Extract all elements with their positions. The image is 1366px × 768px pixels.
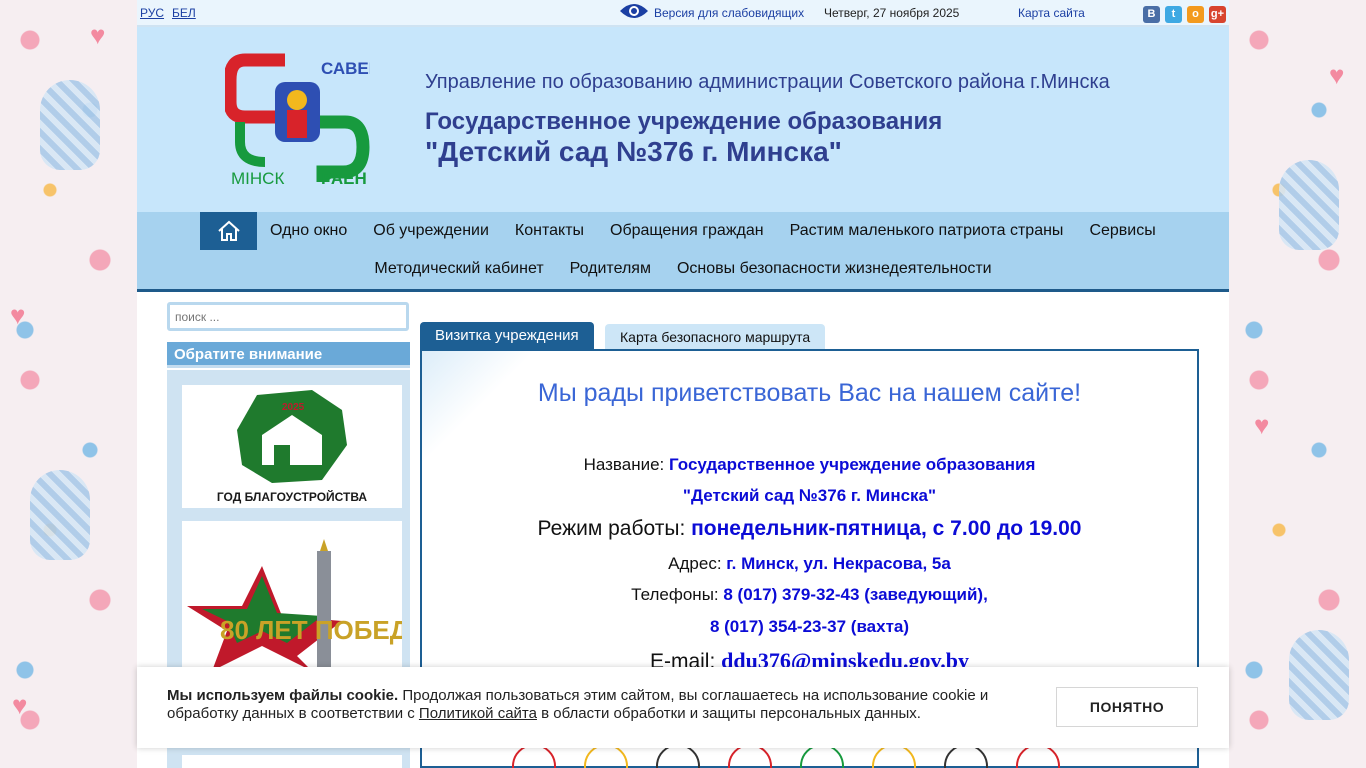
cat-illustration <box>1279 160 1339 250</box>
phones-label: Телефоны: <box>631 585 724 604</box>
hours-row: Режим работы: понедельник-пятница, с 7.0… <box>422 517 1197 541</box>
google-plus-share-icon[interactable]: g+ <box>1209 6 1226 23</box>
page-container: РУС БЕЛ Версия для слабовидящих Четверг,… <box>137 0 1229 768</box>
nav-item-safety[interactable]: Основы безопасности жизнедеятельности <box>664 260 1005 278</box>
main-navigation: Одно окно Об учреждении Контакты Обращен… <box>137 212 1229 292</box>
heart-icon: ♥ <box>1329 60 1345 90</box>
cookie-accept-button[interactable]: ПОНЯТНО <box>1056 687 1198 727</box>
organization-name: Государственное учреждение образования "… <box>425 107 942 167</box>
address-label: Адрес: <box>668 554 727 573</box>
heart-icon: ♥ <box>10 300 26 330</box>
name-value-line: "Детский сад №376 г. Минска" <box>682 486 937 505</box>
logo-text: РАЁН <box>321 169 367 187</box>
vk-share-icon[interactable]: В <box>1143 6 1160 23</box>
nav-item-about[interactable]: Об учреждении <box>360 222 502 240</box>
cookie-banner: Мы используем файлы cookie. Продолжая по… <box>137 667 1229 748</box>
parent-organization: Управление по образованию администрации … <box>425 71 1110 93</box>
nav-item-one-window[interactable]: Одно окно <box>257 222 360 240</box>
nav-item-parents[interactable]: Родителям <box>557 260 664 278</box>
welcome-heading: Мы рады приветствовать Вас на нашем сайт… <box>537 379 1082 407</box>
heart-icon: ♥ <box>1254 410 1270 440</box>
cat-illustration <box>40 80 100 170</box>
logo-text: МІНСК <box>231 169 284 187</box>
nav-item-patriot[interactable]: Растим маленького патриота страны <box>777 222 1077 240</box>
phones-row: Телефоны: 8 (017) 379-32-43 (заведующий)… <box>422 585 1197 605</box>
site-header: САВЕЦКІ МІНСК РАЁН Управление по образов… <box>137 27 1229 212</box>
attention-heading: Обратите внимание <box>167 342 410 368</box>
district-logo[interactable]: САВЕЦКІ МІНСК РАЁН <box>225 52 370 187</box>
low-vision-link[interactable]: Версия для слабовидящих <box>654 6 804 20</box>
heart-icon: ♥ <box>90 20 106 50</box>
lang-ru-link[interactable]: РУС <box>140 6 164 20</box>
logo-text: САВЕЦКІ <box>321 59 370 78</box>
cookie-title: Мы используем файлы cookie. <box>167 687 399 704</box>
heart-icon: ♥ <box>12 690 28 720</box>
odnoklassniki-share-icon[interactable]: о <box>1187 6 1204 23</box>
sitemap-link[interactable]: Карта сайта <box>1018 6 1085 20</box>
name-row: Название: Государственное учреждение обр… <box>422 455 1197 475</box>
nav-item-contacts[interactable]: Контакты <box>502 222 597 240</box>
belarus-map-illustration: 2025 <box>237 390 347 483</box>
background-pattern-right: ♥ ♥ <box>1229 0 1366 768</box>
search-input[interactable] <box>167 302 409 331</box>
tab-safe-route-map[interactable]: Карта безопасного маршрута <box>605 324 826 350</box>
phone-value-line: 8 (017) 354-23-37 (вахта) <box>709 617 910 636</box>
name-label: Название: <box>583 455 669 474</box>
cookie-body: в области обработки и защиты персональны… <box>536 705 921 722</box>
victory-80-banner[interactable]: 80 ЛЕТ ПОБЕДЫ <box>182 521 402 671</box>
eye-icon[interactable] <box>618 1 650 21</box>
sidebar-banner[interactable] <box>182 755 402 768</box>
home-button[interactable] <box>200 212 257 250</box>
background-pattern-left: ♥ ♥ ♥ <box>0 0 137 768</box>
nav-row: Методический кабинет Родителям Основы бе… <box>137 250 1229 288</box>
year-of-improvement-banner[interactable]: 2025 ГОД БЛАГОУСТРОЙСТВА <box>182 385 402 508</box>
victory-star-illustration: 80 ЛЕТ ПОБЕДЫ <box>187 539 402 671</box>
cookie-text: Мы используем файлы cookie. Продолжая по… <box>167 687 1037 723</box>
nav-item-appeals[interactable]: Обращения граждан <box>597 222 777 240</box>
address-row: Адрес: г. Минск, ул. Некрасова, 5а <box>422 554 1197 574</box>
name-value: Государственное учреждение образования <box>669 455 1036 474</box>
address-value: г. Минск, ул. Некрасова, 5а <box>726 554 951 573</box>
phone-value: 8 (017) 379-32-43 (заведующий), <box>723 585 988 604</box>
cat-illustration <box>1289 630 1349 720</box>
hours-value: понедельник-пятница, с 7.00 до 19.00 <box>691 517 1082 540</box>
twitter-share-icon[interactable]: t <box>1165 6 1182 23</box>
cat-illustration <box>30 470 90 560</box>
banner-year: 2025 <box>282 402 305 413</box>
tab-business-card[interactable]: Визитка учреждения <box>420 322 594 350</box>
banner-caption: ГОД БЛАГОУСТРОЙСТВА <box>216 490 368 504</box>
hours-label: Режим работы: <box>537 517 692 540</box>
home-icon <box>217 220 240 241</box>
organization-name-line: Государственное учреждение образования <box>425 108 943 135</box>
banner-text: 80 ЛЕТ ПОБЕДЫ <box>220 615 402 645</box>
organization-name-line: "Детский сад №376 г. Минска" <box>425 136 842 167</box>
top-bar: РУС БЕЛ Версия для слабовидящих Четверг,… <box>137 0 1229 27</box>
privacy-policy-link[interactable]: Политикой сайта <box>419 705 537 722</box>
nav-row: Одно окно Об учреждении Контакты Обращен… <box>137 212 1229 250</box>
current-date: Четверг, 27 ноября 2025 <box>824 6 960 20</box>
lang-be-link[interactable]: БЕЛ <box>172 6 196 20</box>
nav-item-services[interactable]: Сервисы <box>1076 222 1168 240</box>
nav-item-methodical[interactable]: Методический кабинет <box>361 260 556 278</box>
